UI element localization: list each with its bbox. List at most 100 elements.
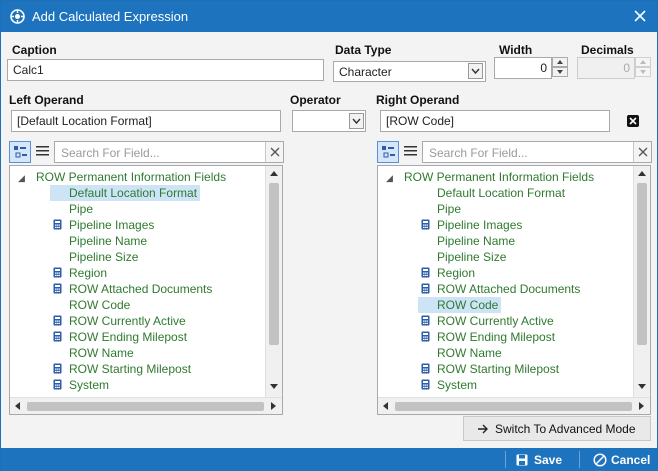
left-list-view-button[interactable] xyxy=(32,141,54,163)
title-bar: Add Calculated Expression xyxy=(1,1,657,32)
switch-to-advanced-mode-button[interactable]: Switch To Advanced Mode xyxy=(463,416,651,441)
scroll-thumb[interactable] xyxy=(637,183,647,345)
left-search-box[interactable]: Search For Field... xyxy=(54,141,284,163)
right-operand-input[interactable]: [ROW Code] xyxy=(380,110,610,132)
tree-item[interactable]: Default Location Format xyxy=(418,185,568,201)
left-tree-view-button[interactable] xyxy=(9,141,31,163)
chevron-down-icon xyxy=(350,114,363,128)
tree-item-label: ROW Attached Documents xyxy=(69,282,213,296)
scroll-down-icon[interactable] xyxy=(270,384,278,389)
tree-item-label: ROW Ending Milepost xyxy=(69,330,188,344)
scroll-right-icon[interactable] xyxy=(271,402,276,410)
save-button[interactable]: Save xyxy=(516,452,566,468)
scroll-thumb[interactable] xyxy=(269,183,279,345)
tree-item[interactable]: Pipeline Name xyxy=(418,233,518,249)
tree-item[interactable]: Pipeline Images xyxy=(418,217,525,233)
tree-item[interactable]: System xyxy=(50,377,112,393)
tree-item[interactable]: ROW Starting Milepost xyxy=(50,361,194,377)
tree-root-node[interactable]: ◢ ROW Permanent Information Fields xyxy=(18,169,226,185)
tree-item[interactable]: Default Location Format xyxy=(50,185,201,201)
scroll-up-icon[interactable] xyxy=(638,171,646,176)
tree-item-label: ROW Name xyxy=(69,346,134,360)
calculator-icon xyxy=(53,379,66,390)
tree-item[interactable]: ROW Attached Documents xyxy=(50,281,215,297)
right-search-box[interactable]: Search For Field... xyxy=(422,141,652,163)
window-title: Add Calculated Expression xyxy=(32,9,189,24)
tree-item[interactable]: ROW Name xyxy=(418,345,505,361)
tree-item-label: ROW Code xyxy=(69,298,131,312)
expand-collapse-icon[interactable]: ◢ xyxy=(386,170,396,186)
tree-item[interactable]: Pipe xyxy=(418,201,464,217)
tree-root-node[interactable]: ◢ ROW Permanent Information Fields xyxy=(386,169,594,185)
tree-item[interactable]: ROW Ending Milepost xyxy=(418,329,558,345)
scroll-up-icon[interactable] xyxy=(270,171,278,176)
tree-item[interactable]: Pipeline Images xyxy=(50,217,157,233)
clear-right-operand-button[interactable] xyxy=(627,115,639,127)
scroll-left-icon[interactable] xyxy=(15,402,20,410)
decimals-increment-button xyxy=(635,57,651,67)
tree-item[interactable]: Pipeline Size xyxy=(418,249,509,265)
left-horizontal-scrollbar[interactable] xyxy=(10,397,282,414)
width-input[interactable]: 0 xyxy=(494,57,552,79)
tree-item-label: Pipe xyxy=(437,202,462,216)
left-search-clear-button[interactable] xyxy=(265,142,283,162)
right-tree-view-button[interactable] xyxy=(377,141,399,163)
caption-input[interactable]: Calc1 xyxy=(7,59,324,81)
tree-view-icon xyxy=(10,142,30,162)
tree-item[interactable]: ROW Attached Documents xyxy=(418,281,583,297)
tree-item-label: Default Location Format xyxy=(437,186,566,200)
right-search-placeholder: Search For Field... xyxy=(429,146,528,160)
tree-item-label: Default Location Format xyxy=(69,186,198,200)
left-operand-input[interactable]: [Default Location Format] xyxy=(11,110,281,132)
right-field-tree[interactable]: ◢ ROW Permanent Information Fields Default… xyxy=(377,165,651,415)
cancel-button[interactable]: Cancel xyxy=(593,452,653,468)
switch-to-advanced-mode-label: Switch To Advanced Mode xyxy=(495,422,636,436)
list-view-icon xyxy=(32,141,54,161)
scroll-left-icon[interactable] xyxy=(383,402,388,410)
right-search-clear-button[interactable] xyxy=(633,142,651,162)
tree-item[interactable]: ROW Ending Milepost xyxy=(50,329,190,345)
width-increment-button[interactable] xyxy=(552,57,568,67)
data-type-select[interactable]: Character xyxy=(333,61,486,82)
tree-item-label: Region xyxy=(69,266,108,280)
tree-item-label: ROW Starting Milepost xyxy=(69,362,192,376)
calculator-icon xyxy=(53,267,66,278)
tree-item[interactable]: System xyxy=(418,377,480,393)
scroll-down-icon[interactable] xyxy=(638,384,646,389)
app-logo-icon xyxy=(10,9,25,24)
tree-view-icon xyxy=(378,142,398,162)
add-calculated-expression-dialog: Add Calculated Expression Caption Calc1 … xyxy=(0,0,658,471)
tree-item[interactable]: ROW Currently Active xyxy=(418,313,557,329)
tree-root-label: ROW Permanent Information Fields xyxy=(404,170,595,184)
tree-item[interactable]: Pipeline Name xyxy=(50,233,150,249)
tree-item[interactable]: Region xyxy=(418,265,478,281)
tree-item[interactable]: ROW Code xyxy=(418,297,502,313)
tree-item[interactable]: Pipeline Size xyxy=(50,249,141,265)
tree-item[interactable]: ROW Name xyxy=(50,345,137,361)
expand-collapse-icon[interactable]: ◢ xyxy=(18,170,28,186)
tree-item-label: ROW Starting Milepost xyxy=(437,362,560,376)
left-field-tree[interactable]: ◢ ROW Permanent Information Fields Default… xyxy=(9,165,283,415)
tree-item[interactable]: Pipe xyxy=(50,201,96,217)
scroll-right-icon[interactable] xyxy=(639,402,644,410)
calculator-icon xyxy=(421,267,434,278)
data-type-dropdown-button[interactable] xyxy=(468,63,483,79)
tree-item[interactable]: ROW Code xyxy=(50,297,133,313)
calculator-icon xyxy=(53,331,66,342)
calculator-icon xyxy=(53,315,66,326)
scroll-thumb[interactable] xyxy=(27,402,264,411)
tree-item[interactable]: Region xyxy=(50,265,110,281)
scroll-thumb[interactable] xyxy=(395,402,632,411)
calculator-icon xyxy=(421,363,434,374)
right-list-view-button[interactable] xyxy=(400,141,422,163)
left-operand-label: Left Operand xyxy=(9,93,84,107)
decimals-label: Decimals xyxy=(581,43,634,57)
right-horizontal-scrollbar[interactable] xyxy=(378,397,650,414)
right-vertical-scrollbar[interactable] xyxy=(633,166,650,398)
tree-item[interactable]: ROW Currently Active xyxy=(50,313,189,329)
tree-item[interactable]: ROW Starting Milepost xyxy=(418,361,562,377)
width-decrement-button[interactable] xyxy=(552,67,568,77)
left-vertical-scrollbar[interactable] xyxy=(265,166,282,398)
close-icon[interactable] xyxy=(631,7,649,25)
operator-dropdown-button[interactable] xyxy=(349,113,364,129)
